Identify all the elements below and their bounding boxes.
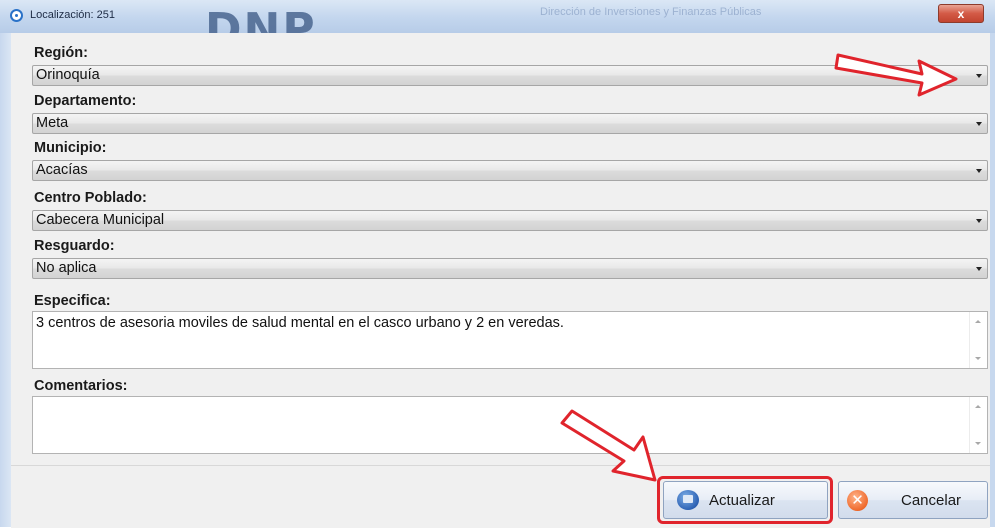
cancelar-label: Cancelar [901,492,962,509]
especifica-label: Especifica: [34,293,111,309]
comentarios-label: Comentarios: [34,378,128,394]
window-title: Localización: 251 [30,9,116,21]
departamento-label: Departamento: [34,93,137,109]
centro-poblado-label: Centro Poblado: [34,190,147,206]
especifica-textarea[interactable]: 3 centros de asesoria moviles de salud m… [32,311,988,369]
app-icon [10,9,23,22]
close-button[interactable]: x [938,4,984,23]
title-watermark: Dirección de Inversiones y Finanzas Públ… [540,6,762,18]
municipio-value: Acacías [36,162,88,178]
localizacion-dialog: Localización: 251 DNP Dirección de Inver… [0,0,995,528]
municipio-label: Municipio: [34,140,107,156]
resguardo-dropdown[interactable]: No aplica [32,258,988,279]
chevron-down-icon[interactable] [976,122,982,126]
scroll-down-icon[interactable] [975,442,981,445]
scroll-up-icon[interactable] [975,320,981,323]
cancel-icon: ✕ [847,490,868,511]
centro-poblado-dropdown[interactable]: Cabecera Municipal [32,210,988,231]
cancelar-button[interactable]: ✕ Cancelar [838,481,988,519]
window-frame-left [0,33,11,527]
resguardo-value: No aplica [36,260,97,276]
window-frame-right [990,33,995,527]
region-value: Orinoquía [36,67,100,83]
especifica-scrollbar[interactable] [969,312,987,368]
region-label: Región: [34,45,88,61]
comentarios-textarea[interactable] [32,396,988,454]
municipio-dropdown[interactable]: Acacías [32,160,988,181]
chevron-down-icon[interactable] [976,267,982,271]
dnp-logo: DNP [205,4,317,33]
scroll-down-icon[interactable] [975,357,981,360]
chevron-down-icon[interactable] [976,74,982,78]
departamento-value: Meta [36,115,69,131]
chevron-down-icon[interactable] [976,169,982,173]
title-bar: Localización: 251 DNP Dirección de Inver… [0,0,995,34]
chevron-down-icon[interactable] [976,219,982,223]
scroll-up-icon[interactable] [975,405,981,408]
actualizar-highlight [657,476,833,524]
especifica-text: 3 centros de asesoria moviles de salud m… [36,315,564,331]
departamento-dropdown[interactable]: Meta [32,113,988,134]
region-dropdown[interactable]: Orinoquía [32,65,988,86]
centro-poblado-value: Cabecera Municipal [36,212,165,228]
comentarios-scrollbar[interactable] [969,397,987,453]
resguardo-label: Resguardo: [34,238,115,254]
